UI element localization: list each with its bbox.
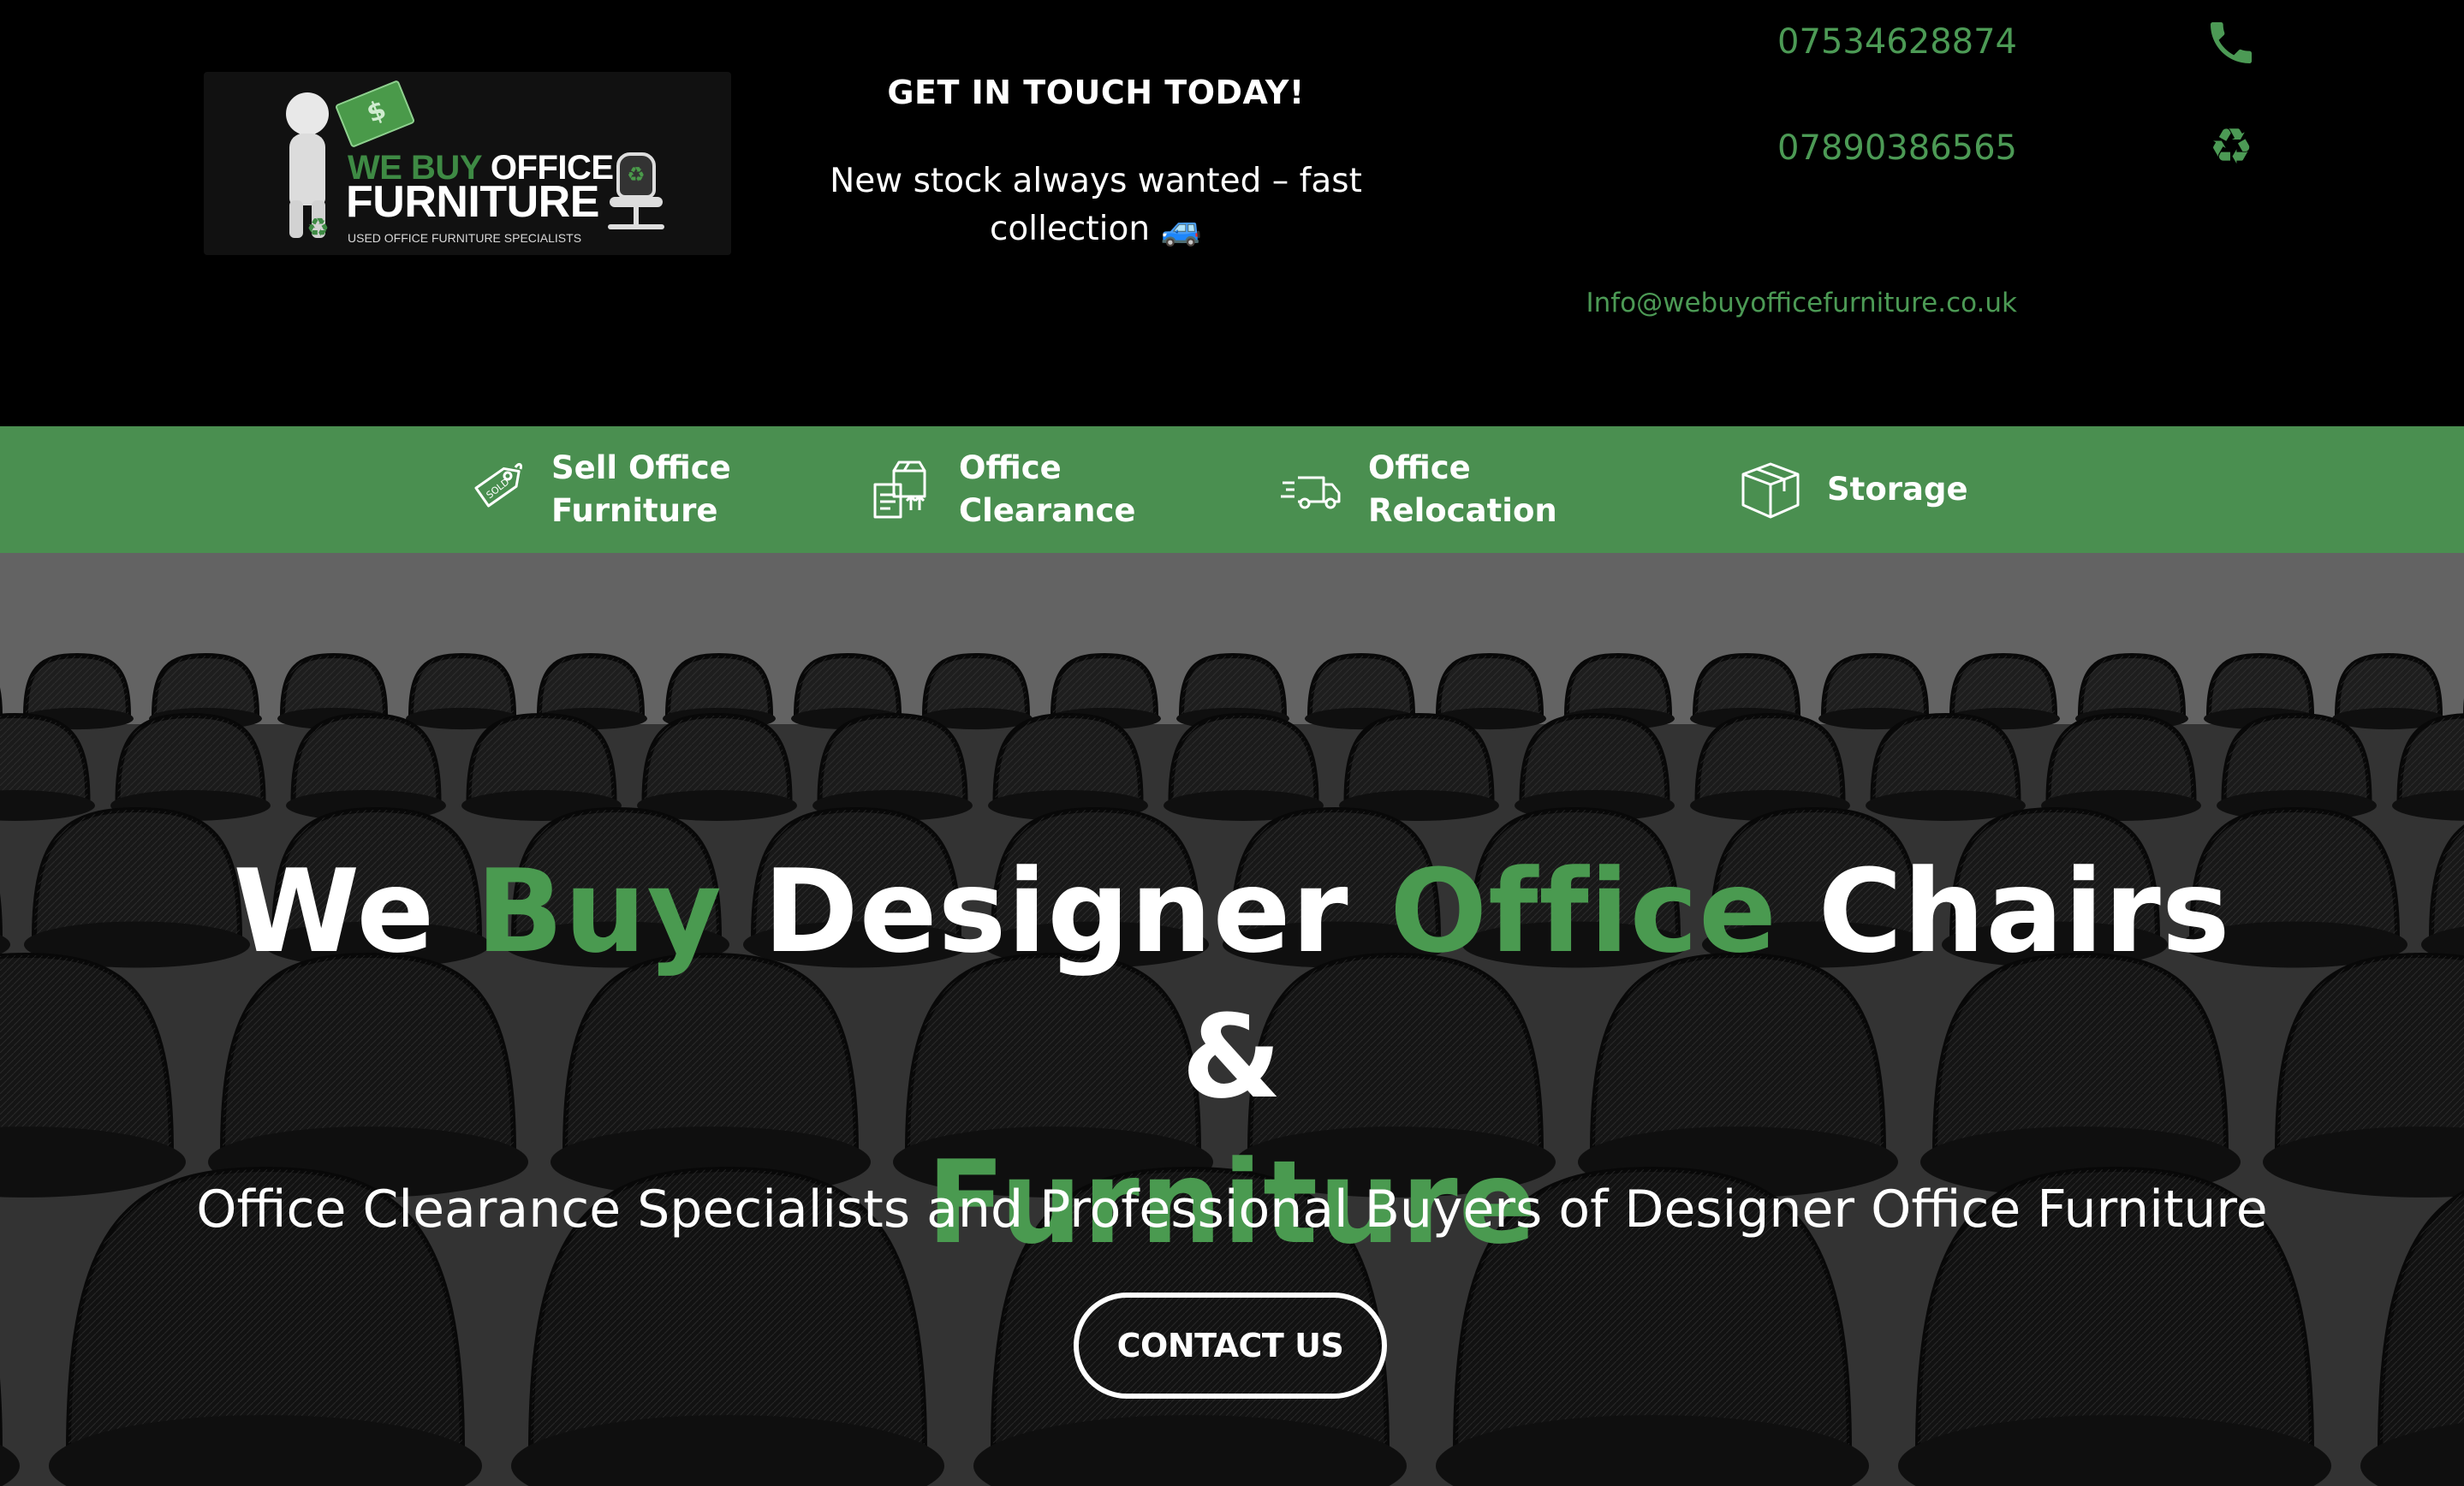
storage-box-icon (1741, 462, 1800, 519)
contact-us-button[interactable]: CONTACT US (1074, 1293, 1387, 1399)
nav-item-storage[interactable]: Storage (1738, 426, 1968, 553)
sold-tag-icon: SOLD (474, 462, 522, 508)
clearance-boxes-icon (873, 461, 926, 519)
nav-label-clearance: Office Clearance (959, 449, 1136, 529)
get-in-touch-heading: GET IN TOUCH TODAY! (887, 74, 1305, 111)
hero-section: We Buy Designer Office Chairs & Furniture… (0, 553, 2464, 1486)
recycle-icon: ♻ (2209, 117, 2253, 175)
nav-label-relocation: Office Relocation (1368, 449, 1557, 529)
nav-item-sell-office-furniture[interactable]: SOLD Sell Office Furniture (462, 426, 731, 553)
phone-icon (2204, 15, 2259, 70)
service-nav-bar: SOLD Sell Office Furniture Office Cleara… (0, 426, 2464, 553)
email-link[interactable]: Info@webuyofficefurniture.co.uk (1586, 288, 2017, 318)
logo-recycle-icon: ♻ (307, 213, 330, 243)
nav-item-office-clearance[interactable]: Office Clearance (870, 426, 1135, 553)
phone-number-2[interactable]: 07890386565 (1777, 128, 2017, 168)
top-header: WE BUY OFFICE FURNITURE ♻ USED OFFICE FU… (0, 0, 2464, 426)
delivery-truck-icon (1281, 476, 1341, 509)
nav-label-sell: Sell Office Furniture (551, 449, 731, 529)
phone-number-1[interactable]: 07534628874 (1777, 22, 2017, 62)
nav-item-office-relocation[interactable]: Office Relocation (1279, 426, 1557, 553)
nav-label-storage: Storage (1827, 471, 1968, 508)
logo-line2: FURNITURE (346, 177, 599, 227)
cash-icon (334, 79, 416, 149)
hero-subtitle: Office Clearance Specialists and Profess… (196, 1180, 2268, 1239)
site-logo[interactable]: WE BUY OFFICE FURNITURE ♻ USED OFFICE FU… (204, 72, 731, 255)
logo-tagline: USED OFFICE FURNITURE SPECIALISTS (348, 231, 582, 245)
stock-wanted-text: New stock always wanted – fast collectio… (830, 162, 1362, 248)
logo-figure (286, 92, 329, 135)
